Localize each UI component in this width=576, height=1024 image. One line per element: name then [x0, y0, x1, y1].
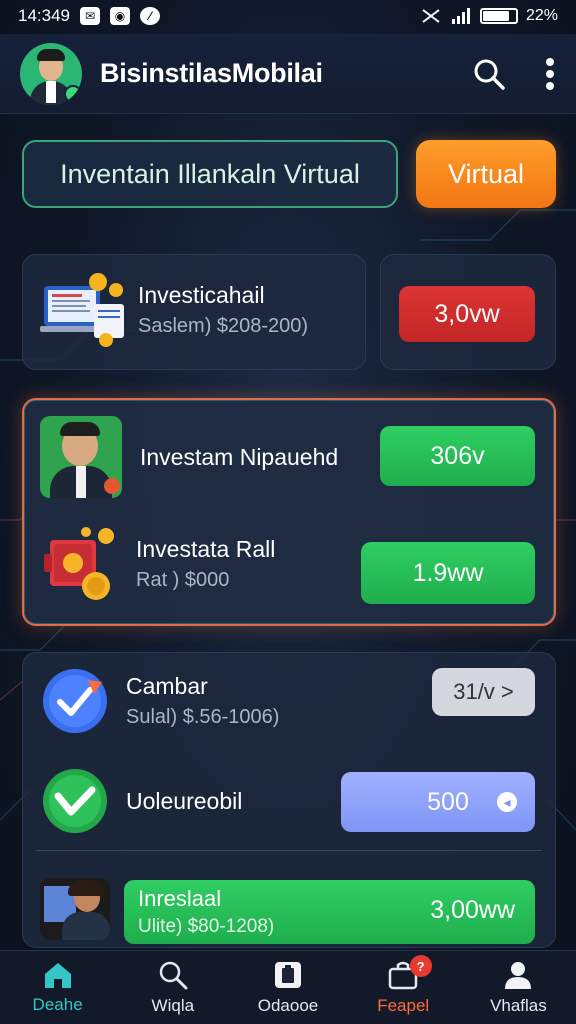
investment-title: Cambar	[126, 673, 208, 699]
battery-percent: 22%	[525, 7, 558, 24]
investment-title: Uoleureobil	[126, 787, 243, 814]
safe-coins-icon	[44, 527, 114, 600]
check-badge-icon	[43, 669, 107, 733]
app-bar: BisinstilasMobilai	[0, 34, 576, 114]
home-icon	[44, 962, 71, 988]
nav-label: Wiqla	[151, 995, 195, 1015]
more-button[interactable]	[544, 57, 556, 91]
mode-option-virtual[interactable]: Virtual	[416, 140, 556, 208]
search-button[interactable]	[472, 57, 506, 91]
nav-label: Feapel	[377, 995, 430, 1015]
investment-title: Investata Rall	[136, 536, 276, 562]
arrow-left-icon: ◂	[497, 792, 517, 812]
mute-icon	[422, 9, 440, 23]
list-item[interactable]: Uoleureobil	[42, 768, 242, 834]
status-bar: 14:349 ✉ ◉ ⁄ 22%	[0, 0, 576, 32]
investment-value-button[interactable]: 3,0vw	[399, 286, 535, 342]
investor-photo	[40, 416, 122, 498]
nav-label: Vhaflas	[490, 995, 547, 1015]
avatar[interactable]	[20, 42, 82, 105]
mode-toggle: Inventain Illankaln Virtual Virtual	[22, 140, 556, 208]
investment-value-button[interactable]: 1.9ww	[361, 542, 535, 604]
list-item[interactable]: Investata Rall Rat ) $000	[40, 524, 275, 604]
profile-icon	[505, 961, 532, 989]
wallet-icon	[275, 961, 301, 988]
no-disturb-icon: ⁄	[140, 7, 160, 25]
nav-label: Odaooe	[257, 995, 319, 1015]
nav-item-profile[interactable]: Vhaflas	[461, 951, 576, 1024]
search-icon	[474, 59, 505, 90]
nav-item-search[interactable]: Wiqla	[115, 951, 230, 1024]
message-icon: ◉	[110, 7, 130, 25]
investment-value: 500	[427, 787, 469, 816]
laptop-coins-icon	[40, 273, 124, 347]
investment-value: 3,00ww	[430, 896, 515, 924]
bottom-nav: Deahe Wiqla Odaooe ? Feapel Vhaflas	[0, 950, 576, 1024]
divider	[36, 850, 542, 851]
investment-title: Investicahail	[138, 282, 265, 308]
nav-item-home[interactable]: Deahe	[0, 951, 115, 1024]
nav-item-bag[interactable]: ? Feapel	[346, 951, 461, 1024]
notification-badge: ?	[409, 955, 432, 977]
status-time: 14:349	[18, 6, 70, 25]
mode-option-left[interactable]: Inventain Illankaln Virtual	[22, 140, 398, 208]
list-item[interactable]: Cambar Sulal) $.56-1006)	[42, 668, 279, 734]
investment-value-button[interactable]: 31/v >	[432, 668, 535, 716]
signal-icon	[451, 8, 470, 24]
more-vertical-icon	[546, 57, 554, 90]
investment-subtitle: Sulal) $.56-1006)	[126, 706, 280, 728]
investment-value-button[interactable]: 500 ◂	[341, 772, 535, 832]
battery-icon	[479, 8, 518, 24]
user-photo	[40, 878, 110, 940]
nav-item-wallet[interactable]: Odaooe	[230, 951, 345, 1024]
online-status-dot	[64, 84, 82, 103]
app-title: BisinstilasMobilai	[100, 58, 323, 88]
notification-icon: ✉	[80, 7, 100, 25]
investment-row-button[interactable]: Inreslaal Ulite) $80-1208) 3,00ww	[124, 880, 535, 944]
investment-title: Inreslaal	[138, 886, 222, 911]
search-icon	[159, 961, 188, 989]
nav-label: Deahe	[32, 994, 83, 1014]
investment-value-button[interactable]: 306v	[380, 426, 535, 486]
investment-subtitle: Ulite) $80-1208)	[138, 916, 275, 937]
investment-subtitle: Saslem) $208-200)	[138, 315, 309, 337]
heart-check-icon	[43, 769, 107, 833]
list-item[interactable]: Investam Nipauehd	[40, 416, 338, 498]
investment-subtitle: Rat ) $000	[136, 569, 230, 591]
investment-title: Investam Nipauehd	[140, 443, 339, 470]
